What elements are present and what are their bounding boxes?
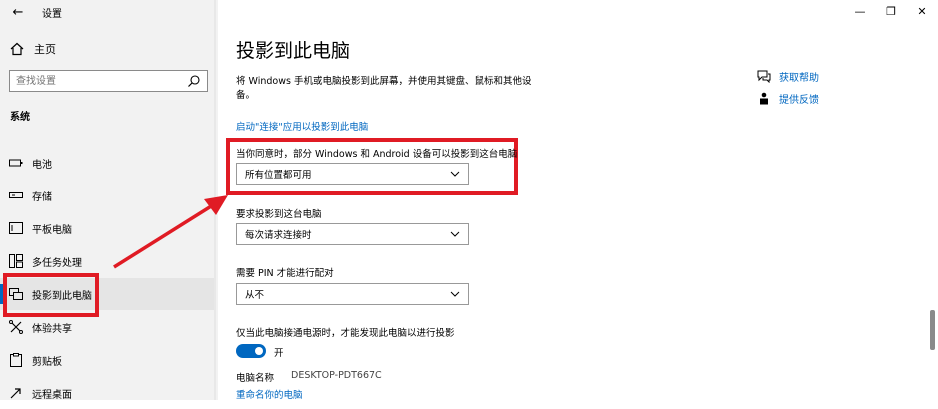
sidebar-item-label: 存储	[32, 191, 52, 203]
chevron-down-icon	[450, 231, 460, 237]
availability-dropdown[interactable]: 所有位置都可用	[236, 163, 469, 185]
availability-value: 所有位置都可用	[245, 170, 312, 181]
close-button[interactable]: ✕	[910, 2, 934, 20]
get-help-label: 获取帮助	[779, 73, 819, 84]
launch-connect-link[interactable]: 启动"连接"应用以投影到此电脑	[236, 119, 368, 133]
minimize-button[interactable]: —	[848, 2, 872, 20]
ask-to-project-label: 要求投影到这台电脑	[236, 209, 322, 220]
remote-desktop-icon	[8, 385, 24, 401]
sidebar-item-label: 电池	[32, 159, 52, 171]
ask-to-project-value: 每次请求连接时	[245, 230, 312, 241]
sidebar-item-label: 远程桌面	[32, 389, 72, 401]
search-box[interactable]	[9, 70, 208, 92]
chevron-down-icon	[450, 291, 460, 297]
toggle-knob	[255, 347, 263, 355]
ask-to-project-dropdown[interactable]: 每次请求连接时	[236, 223, 469, 245]
section-label: 系统	[10, 112, 30, 123]
page-title: 投影到此电脑	[236, 40, 351, 62]
toggle-state-label: 开	[274, 348, 284, 359]
sidebar-item-label: 体验共享	[32, 323, 72, 335]
power-label: 仅当此电脑接通电源时，才能发现此电脑以进行投影	[236, 328, 455, 339]
power-toggle[interactable]	[236, 344, 266, 358]
highlight-arrow	[113, 195, 228, 269]
maximize-button[interactable]: ❐	[879, 2, 903, 20]
battery-icon	[8, 155, 24, 171]
multitasking-icon	[8, 253, 24, 269]
feedback-icon	[760, 92, 768, 105]
shared-experiences-icon	[8, 319, 24, 335]
pc-name-label: 电脑名称	[236, 373, 275, 384]
back-arrow-icon[interactable]: ←	[8, 4, 28, 20]
help-chat-icon	[757, 70, 771, 83]
feedback-link[interactable]: 提供反馈	[757, 91, 819, 106]
sidebar-item-battery[interactable]: 电池	[0, 147, 216, 179]
home-icon	[10, 42, 24, 56]
sidebar-item-label: 多任务处理	[32, 257, 82, 269]
sidebar-item-remote-desktop[interactable]: 远程桌面	[0, 377, 216, 409]
pin-value: 从不	[245, 290, 265, 301]
main-scrollbar-thumb[interactable]	[930, 310, 935, 350]
get-help-link[interactable]: 获取帮助	[757, 69, 819, 84]
highlight-box-sidebar	[3, 273, 99, 317]
tablet-icon	[8, 220, 24, 236]
pc-name-value: DESKTOP-PDT667C	[291, 370, 382, 381]
home-nav-item[interactable]: 主页	[10, 41, 56, 57]
feedback-label: 提供反馈	[779, 95, 819, 106]
sidebar-item-clipboard[interactable]: 剪贴板	[0, 344, 216, 376]
search-icon[interactable]	[187, 74, 201, 88]
pin-label: 需要 PIN 才能进行配对	[236, 268, 334, 279]
chevron-down-icon	[450, 171, 460, 177]
availability-label: 当你同意时，部分 Windows 和 Android 设备可以投影到这台电脑	[236, 149, 518, 160]
storage-icon	[8, 187, 24, 203]
sidebar-item-label: 剪贴板	[32, 356, 62, 368]
app-title: 设置	[42, 9, 62, 20]
rename-pc-link[interactable]: 重命名你的电脑	[236, 387, 303, 401]
clipboard-icon	[8, 352, 24, 368]
page-description: 将 Windows 手机或电脑投影到此屏幕，并使用其键盘、鼠标和其他设备。	[236, 76, 532, 101]
pin-dropdown[interactable]: 从不	[236, 283, 469, 305]
sidebar-item-label: 平板电脑	[32, 224, 72, 236]
home-label: 主页	[34, 43, 56, 56]
search-input[interactable]	[10, 71, 181, 91]
